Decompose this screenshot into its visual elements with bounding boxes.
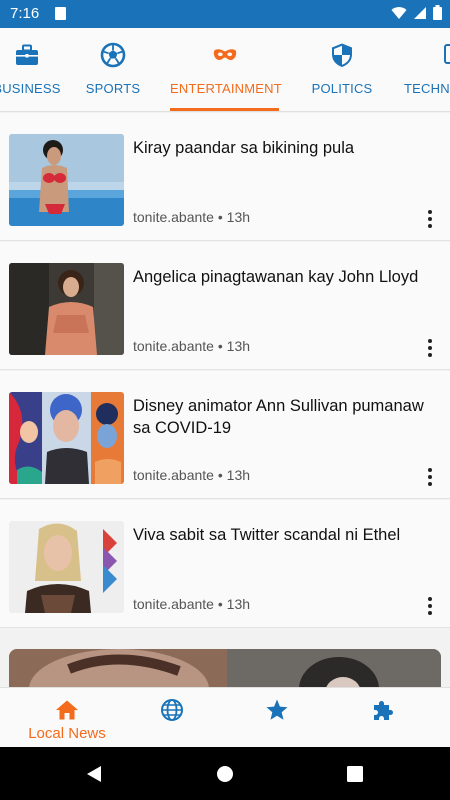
article-source: tonite.abante [133,338,214,354]
article-source: tonite.abante [133,596,214,612]
shield-icon [332,43,352,67]
article-title[interactable]: Angelica pinagtawanan kay John Lloyd [133,266,433,288]
article-age: 13h [226,596,251,612]
article-source: tonite.abante [133,467,214,483]
tab-business[interactable]: BUSINESS [0,28,84,111]
tab-politics[interactable]: POLITICS [307,28,377,111]
mask-icon [213,49,236,61]
article-meta: tonite.abante • 13h [133,596,250,612]
home-circle-icon[interactable] [216,765,234,783]
more-options-icon[interactable] [422,337,438,359]
category-tab-bar: BUSINESS SPORTS ENTERTAINMENT POLITICS T… [0,28,450,112]
article-meta: tonite.abante • 13h [133,338,250,354]
article-thumbnail[interactable] [9,521,124,613]
star-icon [266,699,288,720]
globe-icon [161,699,183,721]
recents-icon[interactable] [347,766,363,782]
puzzle-icon [374,701,393,720]
article-title[interactable]: Kiray paandar sa bikining pula [133,137,433,159]
article-thumbnail[interactable] [9,134,124,226]
tab-label-politics: POLITICS [311,81,373,96]
tab-label-technology: TECHNOLOGY [404,81,450,96]
briefcase-icon [16,44,38,65]
article-age: 13h [226,338,251,354]
article-age: 13h [226,467,251,483]
bottom-navigation: Local News [0,687,450,747]
article-card[interactable]: Angelica pinagtawanan kay John Lloyd ton… [0,242,450,370]
meta-separator: • [217,596,223,612]
more-options-icon[interactable] [422,466,438,488]
article-meta: tonite.abante • 13h [133,467,250,483]
device-icon [444,44,450,64]
tab-label-entertainment: ENTERTAINMENT [170,81,282,96]
meta-separator: • [217,209,223,225]
tab-label-sports: SPORTS [85,81,141,96]
article-card[interactable]: Kiray paandar sa bikining pula tonite.ab… [0,113,450,241]
article-thumbnail[interactable] [9,392,124,484]
status-bar: 7:16 [0,0,450,28]
signal-icon [414,6,426,19]
nav-extensions[interactable] [327,688,439,748]
tab-sports[interactable]: SPORTS [84,28,142,111]
tab-technology[interactable]: TECHNOLOGY [404,28,450,111]
nav-world[interactable] [116,688,228,748]
status-time: 7:16 [10,5,40,22]
battery-icon [433,5,442,20]
system-navigation-bar [0,747,450,800]
article-age: 13h [226,209,251,225]
article-thumbnail[interactable] [9,263,124,355]
tab-label-business: BUSINESS [0,81,61,96]
featured-article-image[interactable] [9,649,441,687]
more-options-icon[interactable] [422,595,438,617]
tab-entertainment[interactable]: ENTERTAINMENT [170,28,282,111]
article-title[interactable]: Disney animator Ann Sullivan pumanaw sa … [133,395,433,439]
article-feed[interactable]: Kiray paandar sa bikining pula tonite.ab… [0,113,450,687]
meta-separator: • [217,338,223,354]
nav-local-news[interactable]: Local News [11,688,123,748]
back-icon[interactable] [85,765,103,783]
soccer-ball-icon [100,42,126,68]
article-card[interactable]: Viva sabit sa Twitter scandal ni Ethel t… [0,500,450,628]
status-icons [391,5,442,20]
active-tab-indicator [170,108,279,111]
article-source: tonite.abante [133,209,214,225]
article-card[interactable]: Disney animator Ann Sullivan pumanaw sa … [0,371,450,499]
sd-card-icon [55,7,66,20]
more-options-icon[interactable] [422,208,438,230]
article-meta: tonite.abante • 13h [133,209,250,225]
nav-favorites[interactable] [221,688,333,748]
nav-label-local-news: Local News [28,725,106,742]
home-icon [56,700,78,720]
meta-separator: • [217,467,223,483]
wifi-icon [391,6,407,19]
article-title[interactable]: Viva sabit sa Twitter scandal ni Ethel [133,524,433,546]
